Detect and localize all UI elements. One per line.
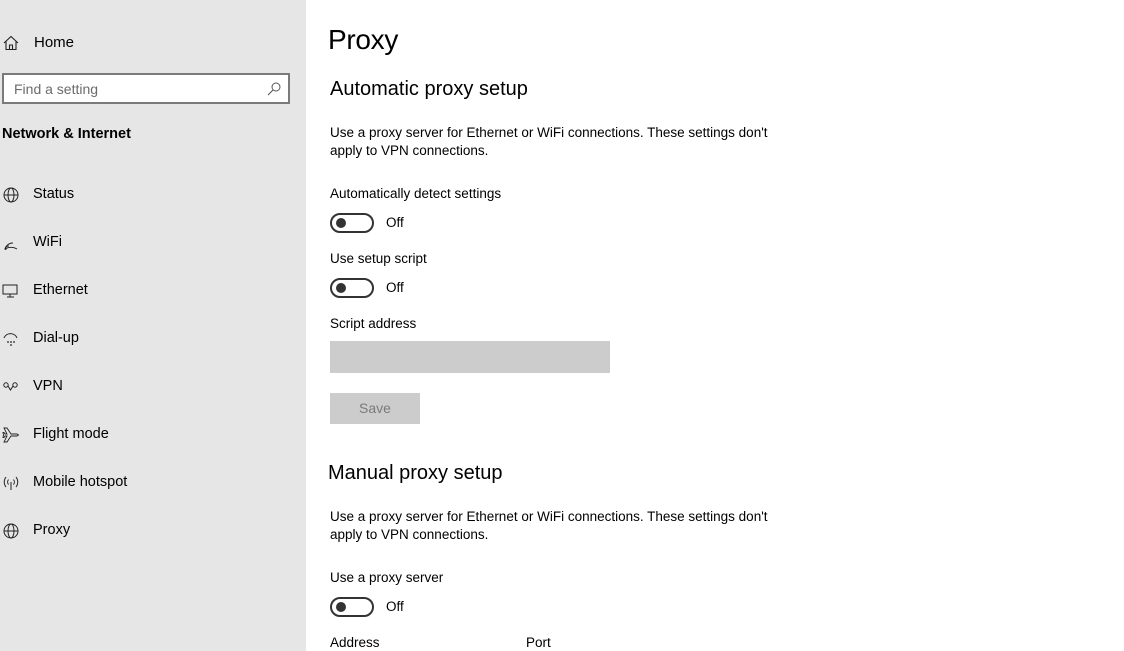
sidebar-item-flight-mode[interactable]: Flight mode [0, 414, 300, 454]
sidebar-item-label: Ethernet [33, 282, 88, 298]
wifi-icon [4, 242, 18, 250]
script-address-label: Script address [330, 316, 417, 331]
toggle-switch[interactable] [330, 213, 374, 233]
airplane-icon [2, 427, 20, 443]
detect-settings-label: Automatically detect settings [330, 186, 502, 201]
auto-proxy-description: Use a proxy server for Ethernet or WiFi … [330, 125, 768, 158]
section-title: Network & Internet [2, 126, 131, 142]
detect-settings-toggle[interactable]: Off [330, 213, 450, 233]
sidebar-item-label: Mobile hotspot [33, 474, 128, 490]
manual-proxy-heading: Manual proxy setup [328, 462, 503, 484]
toggle-state-label: Off [386, 215, 404, 230]
sidebar-item-dialup[interactable]: Dial-up [0, 318, 300, 358]
sidebar-item-ethernet[interactable]: Ethernet [0, 270, 300, 310]
toggle-knob [336, 218, 346, 228]
page-title: Proxy [328, 24, 399, 55]
toggle-state-label: Off [386, 280, 404, 295]
sidebar-item-proxy[interactable]: Proxy [0, 510, 300, 550]
globe-icon [3, 523, 19, 539]
manual-proxy-description: Use a proxy server for Ethernet or WiFi … [330, 509, 768, 542]
search-input[interactable] [14, 79, 254, 99]
sidebar-item-label: Flight mode [33, 426, 109, 442]
sidebar-item-label: Proxy [33, 522, 71, 538]
dialup-icon [3, 333, 18, 346]
setup-script-label: Use setup script [330, 251, 427, 266]
globe-status-icon [3, 187, 19, 203]
main-content: Proxy Automatic proxy setup Use a proxy … [306, 0, 1124, 651]
toggle-state-label: Off [386, 599, 404, 614]
hotspot-icon [3, 476, 19, 490]
use-proxy-label: Use a proxy server [330, 570, 444, 585]
sidebar-item-wifi[interactable]: WiFi [0, 222, 300, 262]
vpn-icon [3, 382, 18, 391]
use-proxy-toggle[interactable]: Off [330, 597, 450, 617]
search-icon[interactable] [266, 81, 282, 97]
sidebar-item-label: Dial-up [33, 330, 79, 346]
toggle-knob [336, 602, 346, 612]
setup-script-toggle[interactable]: Off [330, 278, 450, 298]
home-label: Home [34, 34, 75, 51]
sidebar: Home Network & Internet Status WiFi [0, 0, 306, 651]
proxy-address-label: Address [330, 635, 380, 650]
sidebar-item-mobile-hotspot[interactable]: Mobile hotspot [0, 462, 300, 502]
home-icon [3, 35, 19, 51]
home-link[interactable]: Home [0, 24, 300, 60]
sidebar-item-label: VPN [33, 378, 63, 394]
script-address-input[interactable] [330, 341, 610, 373]
toggle-knob [336, 283, 346, 293]
sidebar-item-label: Status [33, 186, 75, 202]
ethernet-icon [2, 284, 18, 298]
save-button[interactable]: Save [330, 393, 420, 424]
toggle-switch[interactable] [330, 597, 374, 617]
sidebar-item-label: WiFi [33, 234, 62, 250]
proxy-port-label: Port [526, 635, 551, 650]
search-box[interactable] [2, 73, 290, 104]
auto-proxy-heading: Automatic proxy setup [330, 78, 528, 100]
toggle-switch[interactable] [330, 278, 374, 298]
sidebar-item-status[interactable]: Status [0, 174, 300, 214]
sidebar-item-vpn[interactable]: VPN [0, 366, 300, 406]
